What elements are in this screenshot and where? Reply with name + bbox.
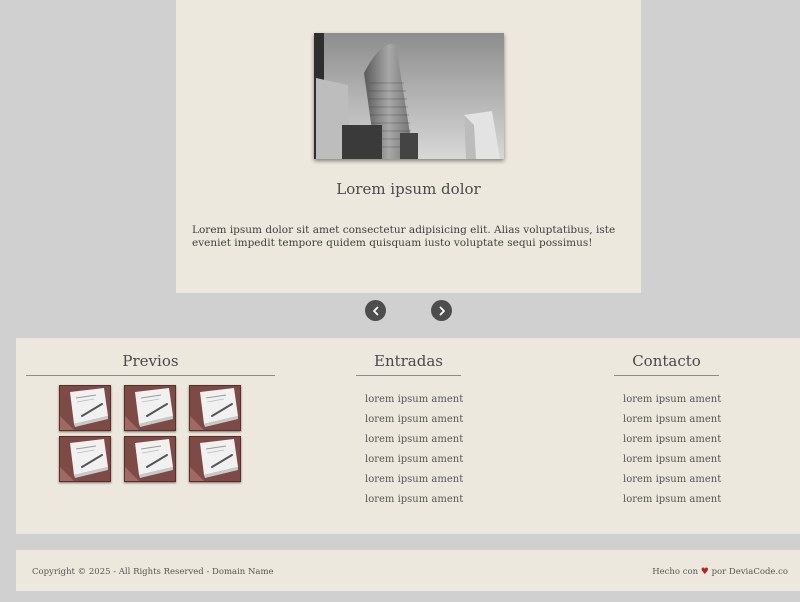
previos-thumbnail[interactable]: [124, 385, 176, 431]
credit-link[interactable]: por DeviaCode.co: [712, 567, 788, 577]
previos-thumbnail[interactable]: [59, 436, 111, 482]
contacto-link[interactable]: lorem ipsum ament: [623, 434, 721, 454]
slider-next-button[interactable]: [431, 300, 452, 321]
slide-image: [314, 33, 504, 159]
entradas-list: lorem ipsum ament lorem ipsum ament lore…: [365, 394, 463, 514]
chevron-right-icon: [439, 306, 445, 315]
contacto-divider: [614, 375, 719, 376]
credit-text: Hecho con ♥ por DeviaCode.co: [652, 567, 788, 577]
previos-thumbnail[interactable]: [59, 385, 111, 431]
slide-title: Lorem ipsum dolor: [336, 180, 481, 198]
chevron-left-icon: [372, 306, 378, 315]
entradas-link[interactable]: lorem ipsum ament: [365, 494, 463, 514]
entradas-link[interactable]: lorem ipsum ament: [365, 414, 463, 434]
slider-prev-button[interactable]: [365, 300, 386, 321]
heart-icon: ♥: [700, 567, 709, 577]
slider-card: Lorem ipsum dolor Lorem ipsum dolor sit …: [176, 0, 641, 293]
previos-thumbnail[interactable]: [124, 436, 176, 482]
contacto-title: Contacto: [632, 352, 701, 370]
contacto-list: lorem ipsum ament lorem ipsum ament lore…: [623, 394, 721, 514]
contacto-link[interactable]: lorem ipsum ament: [623, 394, 721, 414]
entradas-title: Entradas: [374, 352, 443, 370]
bottom-bar: Copyright © 2025 - All Rights Reserved -…: [16, 550, 800, 591]
entradas-link[interactable]: lorem ipsum ament: [365, 394, 463, 414]
previos-divider: [26, 375, 275, 376]
entradas-link[interactable]: lorem ipsum ament: [365, 434, 463, 454]
slide-description: Lorem ipsum dolor sit amet consectetur a…: [192, 224, 616, 249]
entradas-link[interactable]: lorem ipsum ament: [365, 454, 463, 474]
entradas-divider: [356, 375, 461, 376]
previos-title: Previos: [122, 352, 179, 370]
contacto-link[interactable]: lorem ipsum ament: [623, 454, 721, 474]
contacto-link[interactable]: lorem ipsum ament: [623, 474, 721, 494]
contacto-link[interactable]: lorem ipsum ament: [623, 414, 721, 434]
footer-main: Previos Entradas lorem ipsum ament lorem…: [16, 338, 800, 534]
entradas-link[interactable]: lorem ipsum ament: [365, 474, 463, 494]
previos-thumbnail[interactable]: [189, 385, 241, 431]
previos-thumbnail[interactable]: [189, 436, 241, 482]
credit-prefix: Hecho con: [652, 567, 699, 577]
copyright-text: Copyright © 2025 - All Rights Reserved -…: [32, 567, 274, 577]
contacto-link[interactable]: lorem ipsum ament: [623, 494, 721, 514]
